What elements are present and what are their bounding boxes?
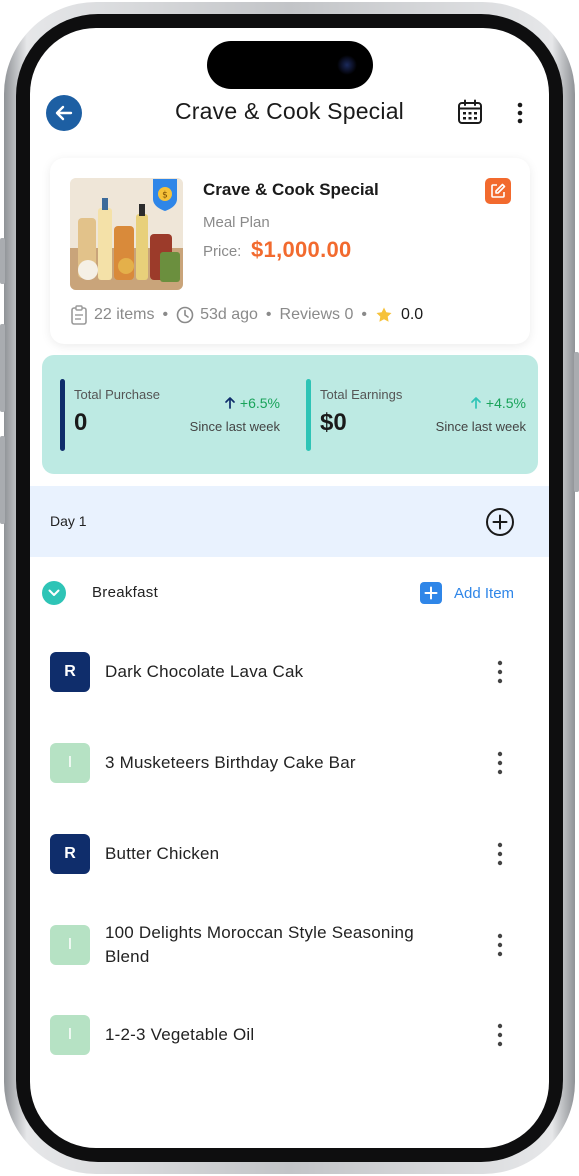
stat-label: Total Earnings [320,387,403,402]
stats-panel: Total Purchase 0 +6.5% Since last week T… [42,355,538,474]
phone-volume-down [0,436,5,524]
plus-circle-icon [486,508,514,536]
meal-name: Breakfast [92,584,159,601]
chevron-down-icon [48,589,60,596]
calendar-button[interactable] [457,99,483,125]
stat-total-purchase: Total Purchase 0 +6.5% Since last week [60,379,280,451]
add-item-label: Add Item [454,584,515,602]
item-avatar: I [50,925,90,965]
stat-accent-bar [306,379,311,451]
more-vertical-icon[interactable] [490,1021,510,1049]
phone-side-button [0,238,5,284]
clock-icon [176,306,194,324]
product-name: Crave & Cook Special [203,180,379,199]
reviews-count: Reviews 0 [279,306,354,323]
phone-volume-up [0,324,5,412]
svg-text:$: $ [162,191,168,201]
stat-value: $0 [320,409,347,436]
item-avatar: I [50,1015,90,1055]
item-name: 1-2-3 Vegetable Oil [105,1025,255,1044]
day-label: Day 1 [50,513,87,529]
meal-collapse-toggle[interactable] [42,581,66,605]
calendar-icon [458,99,482,124]
product-meta: 22 items • 53d ago • Reviews 0 • 0.0 [70,304,423,326]
stat-since: Since last week [189,419,280,434]
price-label: Price: [203,243,242,260]
item-name: Dark Chocolate Lava Cak [105,662,304,681]
camera-icon [337,55,357,75]
item-name: Butter Chicken [105,844,220,863]
add-item-button[interactable]: Add Item [420,582,514,604]
stat-label: Total Purchase [74,387,160,402]
stat-since: Since last week [435,419,526,434]
item-name: 100 Delights Moroccan Style Seasoning Bl… [105,923,414,966]
product-card: $ Crave & Cook Special Meal Plan Price: … [50,158,530,344]
list-item[interactable]: R Butter Chicken [30,824,549,884]
verified-badge-icon: $ [153,179,177,211]
list-item[interactable]: I 100 Delights Moroccan Style Seasoning … [30,915,549,975]
stat-total-earnings: Total Earnings $0 +4.5% Since last week [306,379,526,451]
list-item[interactable]: I 1-2-3 Vegetable Oil [30,1005,549,1065]
meal-section-header: Breakfast Add Item [30,573,549,613]
stat-value: 0 [74,409,88,436]
product-type: Meal Plan [203,214,270,231]
more-vertical-icon[interactable] [490,658,510,686]
item-name: 3 Musketeers Birthday Cake Bar [105,753,356,772]
app-header: Crave & Cook Special [30,93,549,133]
edit-button[interactable] [485,178,511,204]
dynamic-island [207,41,373,89]
arrow-up-icon [471,397,481,409]
stat-accent-bar [60,379,65,451]
created-age: 53d ago [200,306,258,323]
product-price: $1,000.00 [251,237,352,262]
stat-change: +4.5% [470,395,526,411]
star-icon [376,307,392,322]
list-item[interactable]: I 3 Musketeers Birthday Cake Bar [30,733,549,793]
more-vertical-icon[interactable] [490,931,510,959]
item-avatar: R [50,834,90,874]
rating-value: 0.0 [400,306,424,323]
list-item[interactable]: R Dark Chocolate Lava Cak [30,642,549,702]
arrow-up-icon [225,397,235,409]
more-vertical-icon[interactable] [490,749,510,777]
more-options-button[interactable] [510,99,530,127]
item-avatar: R [50,652,90,692]
item-avatar: I [50,743,90,783]
clipboard-icon [71,305,87,325]
plus-square-icon [420,582,442,604]
stat-change: +6.5% [224,395,280,411]
product-image: $ [70,178,183,290]
more-vertical-icon [517,102,523,124]
edit-icon [491,183,506,198]
day-section-header[interactable]: Day 1 [30,486,549,557]
add-day-button[interactable] [485,507,515,537]
app-screen: Crave & Cook Special $ Crave & Cook Spec… [30,28,549,1148]
phone-power-button [574,352,579,492]
items-count: 22 items [94,306,155,323]
more-vertical-icon[interactable] [490,840,510,868]
